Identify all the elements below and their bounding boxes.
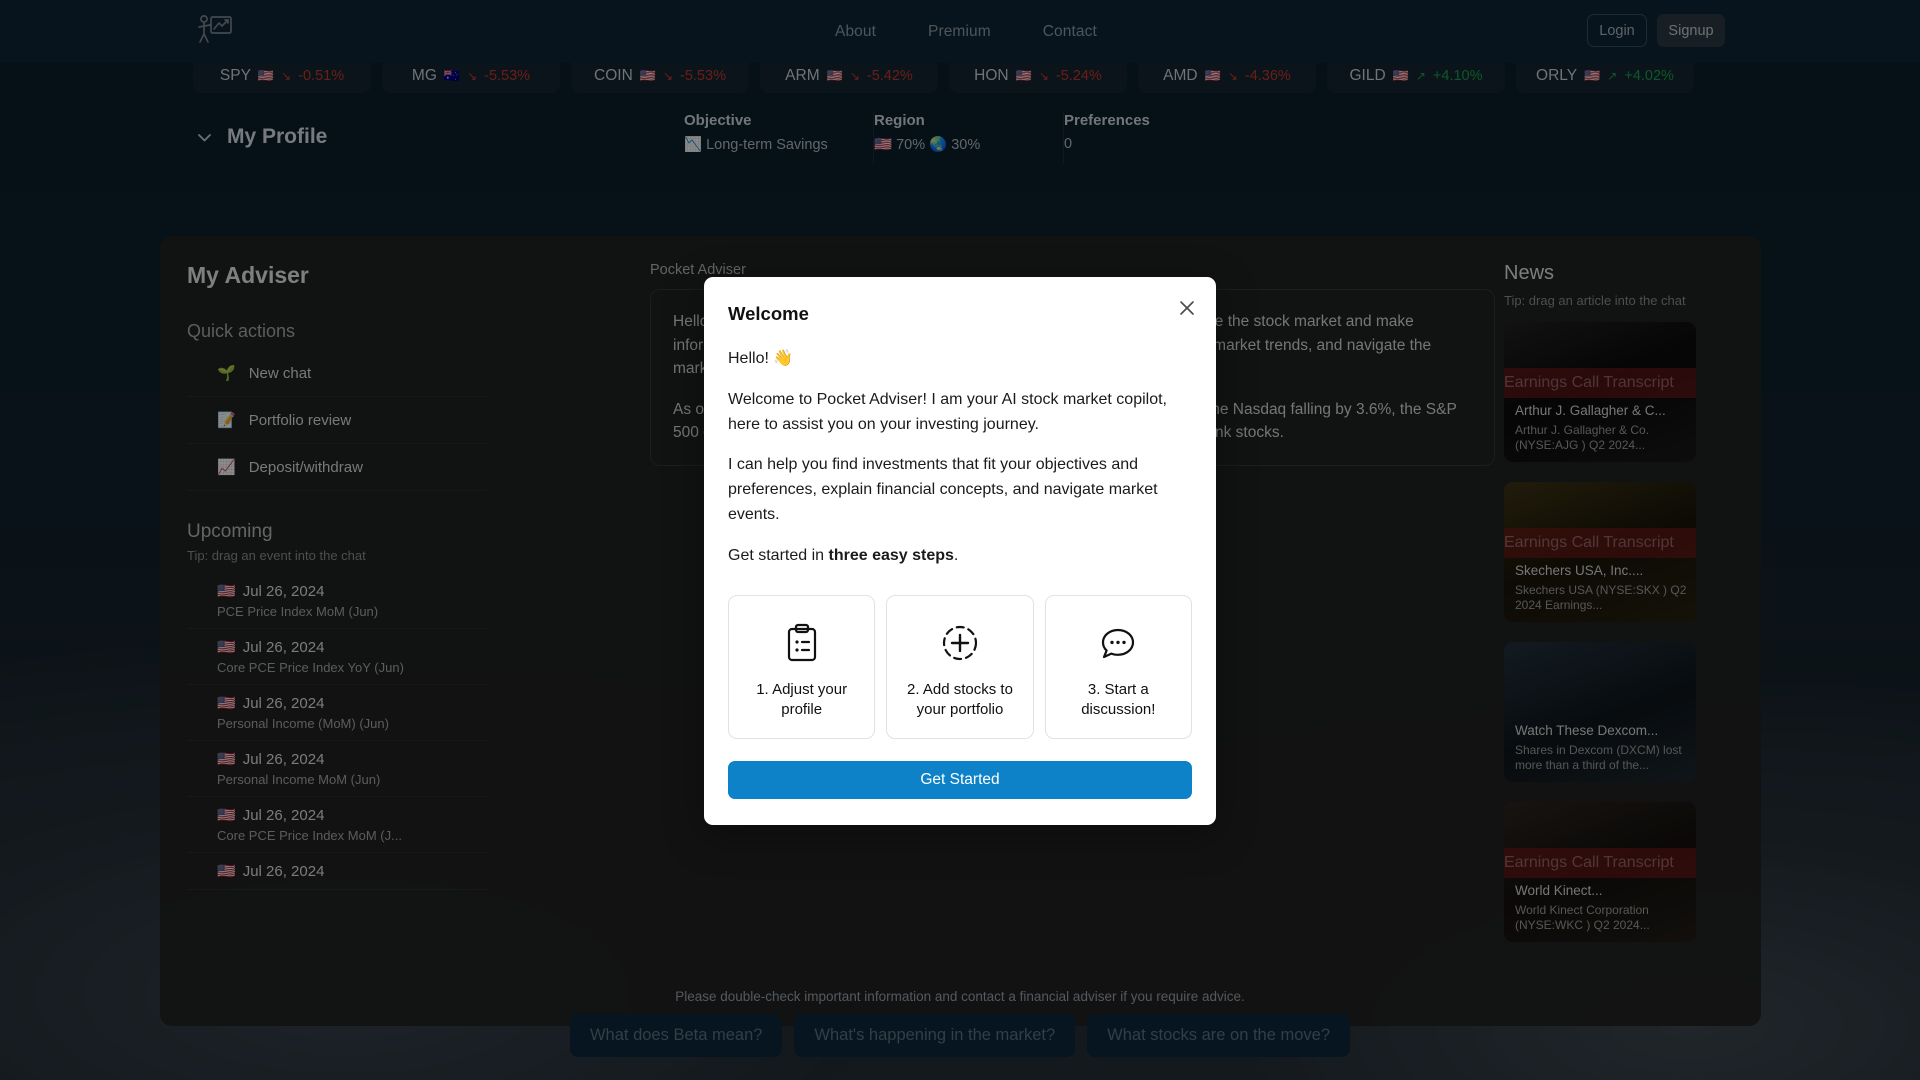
cta-suffix: . xyxy=(953,546,959,564)
circle-plus-dashed-icon xyxy=(895,618,1024,668)
onboarding-steps: 1. Adjust your profile 2. Add stocks to … xyxy=(728,594,1192,740)
step-add-stocks[interactable]: 2. Add stocks to your portfolio xyxy=(886,594,1034,740)
welcome-modal: Welcome Hello! 👋 Welcome to Pocket Advis… xyxy=(704,277,1216,826)
step-label: 1. Adjust your profile xyxy=(756,680,848,718)
modal-paragraph-2: I can help you find investments that fit… xyxy=(728,456,1158,523)
modal-paragraph-1: Welcome to Pocket Adviser! I am your AI … xyxy=(728,390,1167,433)
chat-bubble-dots-icon xyxy=(1054,618,1183,668)
step-label: 2. Add stocks to your portfolio xyxy=(907,680,1013,718)
step-start-discussion[interactable]: 3. Start a discussion! xyxy=(1044,594,1192,740)
step-label: 3. Start a discussion! xyxy=(1081,680,1156,718)
app-root: About Premium Contact Login Signup SPY 🇺🇸… xyxy=(0,0,1920,1080)
clipboard-list-icon xyxy=(737,618,866,668)
close-icon[interactable] xyxy=(1176,297,1198,319)
modal-title: Welcome xyxy=(728,303,809,324)
cta-bold: three easy steps xyxy=(828,546,954,564)
get-started-button[interactable]: Get Started xyxy=(728,761,1192,800)
step-adjust-profile[interactable]: 1. Adjust your profile xyxy=(728,594,876,740)
modal-cta-line: Get started in three easy steps. xyxy=(728,544,1192,569)
modal-body: Hello! 👋 Welcome to Pocket Adviser! I am… xyxy=(728,347,1192,569)
cta-prefix: Get started in xyxy=(728,546,829,564)
modal-greeting: Hello! 👋 xyxy=(728,350,794,367)
